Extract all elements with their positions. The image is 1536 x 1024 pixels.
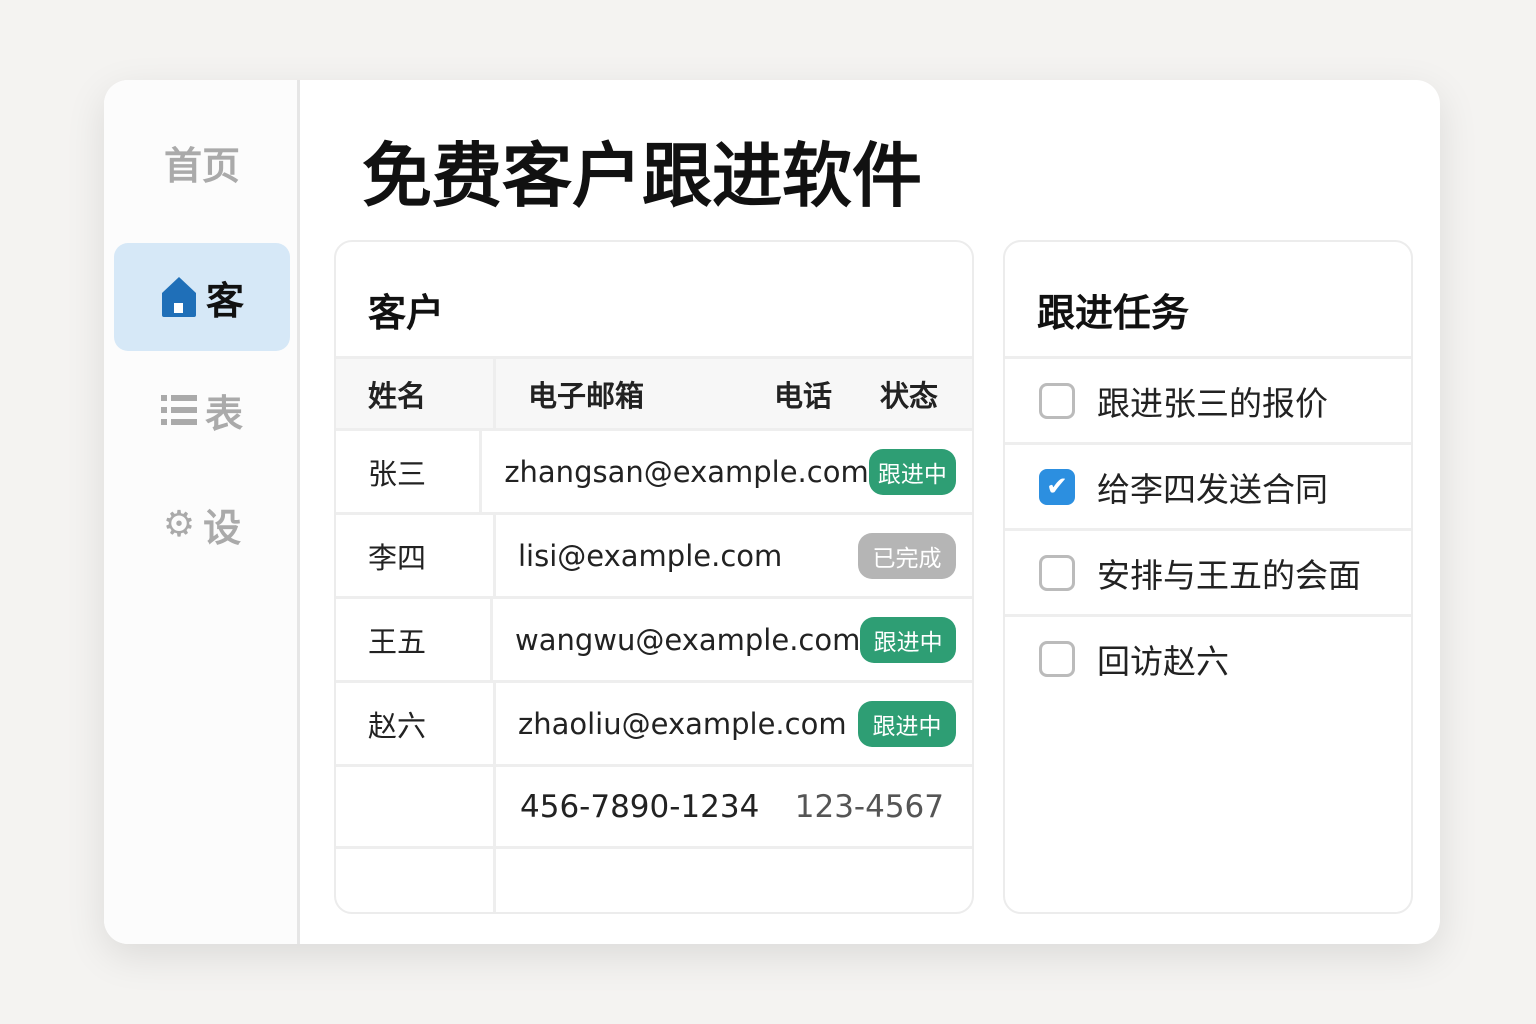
sidebar-item-customers[interactable]: 客 xyxy=(114,243,290,351)
cell-phone: 456-7890-1234 xyxy=(520,788,760,825)
status-badge: 跟进中 xyxy=(868,448,956,495)
cell-email: lisi@example.com xyxy=(518,538,783,573)
task-label: 安排与王五的会面 xyxy=(1097,555,1361,595)
status-badge: 跟进中 xyxy=(860,616,956,663)
table-row[interactable]: 张三 zhangsan@example.com 跟进中 xyxy=(336,428,972,512)
table-row-empty xyxy=(336,846,972,912)
table-row[interactable]: 赵六 zhaoliu@example.com 跟进中 xyxy=(336,680,972,764)
table-row[interactable]: 王五 wangwu@example.com 跟进中 xyxy=(336,596,972,680)
customers-title: 客户 xyxy=(368,291,445,335)
sidebar-item-list[interactable]: 表 xyxy=(114,356,290,464)
tasks-title: 跟进任务 xyxy=(1037,291,1190,335)
table-row[interactable]: 李四 lisi@example.com 已完成 xyxy=(336,512,972,596)
task-item[interactable]: ✔ 给李四发送合同 xyxy=(1005,442,1411,528)
table-header: 姓名 电子邮箱 电话 状态 xyxy=(336,356,972,428)
sidebar-item-label: 首页 xyxy=(163,143,240,188)
checkbox[interactable] xyxy=(1039,382,1075,419)
sidebar-item-label: 表 xyxy=(204,391,243,436)
task-item[interactable]: 回访赵六 xyxy=(1005,614,1411,700)
header-phone: 电话 xyxy=(774,378,833,413)
check-icon: ✔ xyxy=(1046,471,1068,502)
home-icon xyxy=(161,277,196,317)
cell-email: zhangsan@example.com xyxy=(504,454,869,489)
status-badge: 已完成 xyxy=(858,532,956,579)
header-email: 电子邮箱 xyxy=(528,378,645,413)
cell-name: 赵六 xyxy=(336,683,496,764)
customers-panel: 客户 姓名 电子邮箱 电话 状态 张三 zhangsan@example.com 跟… xyxy=(334,240,974,914)
sidebar-item-home[interactable]: 首页 xyxy=(114,108,290,216)
task-item[interactable]: 安排与王五的会面 xyxy=(1005,528,1411,614)
task-item[interactable]: 跟进张三的报价 xyxy=(1005,356,1411,442)
checkbox[interactable] xyxy=(1039,554,1075,591)
cell-name: 李四 xyxy=(336,515,496,596)
sidebar-item-settings[interactable]: ⚙ 设 xyxy=(114,470,290,578)
table-row: 456-7890-1234 123-4567 xyxy=(336,764,972,846)
cell-email: zhaoliu@example.com xyxy=(518,706,847,741)
page-title: 免费客户跟进软件 xyxy=(362,135,922,217)
gear-icon: ⚙ xyxy=(162,503,196,545)
cell-name: 张三 xyxy=(336,431,483,512)
status-badge: 跟进中 xyxy=(858,700,956,747)
header-name: 姓名 xyxy=(336,359,496,428)
cell-email: wangwu@example.com xyxy=(515,622,861,657)
task-label: 跟进张三的报价 xyxy=(1097,383,1328,423)
sidebar-item-label: 设 xyxy=(203,505,242,550)
checkbox-checked[interactable]: ✔ xyxy=(1039,468,1075,505)
sidebar-item-label: 客 xyxy=(205,278,244,323)
tasks-panel: 跟进任务 跟进张三的报价 ✔ 给李四发送合同 安排与王五的会面 回访赵六 xyxy=(1003,240,1413,914)
cell-phone: 123-4567 xyxy=(794,788,944,825)
cell-name: 王五 xyxy=(336,599,493,680)
task-label: 回访赵六 xyxy=(1097,641,1229,681)
checkbox[interactable] xyxy=(1039,640,1075,677)
app-window: 首页 客 表 ⚙ 设 免费客户跟进软件 客户 姓名 电子邮箱 电话 状态 张三 z… xyxy=(104,80,1440,944)
task-label: 给李四发送合同 xyxy=(1097,469,1328,509)
header-status: 状态 xyxy=(880,378,939,413)
sidebar: 首页 客 表 ⚙ 设 xyxy=(104,80,300,944)
list-icon xyxy=(160,395,197,425)
